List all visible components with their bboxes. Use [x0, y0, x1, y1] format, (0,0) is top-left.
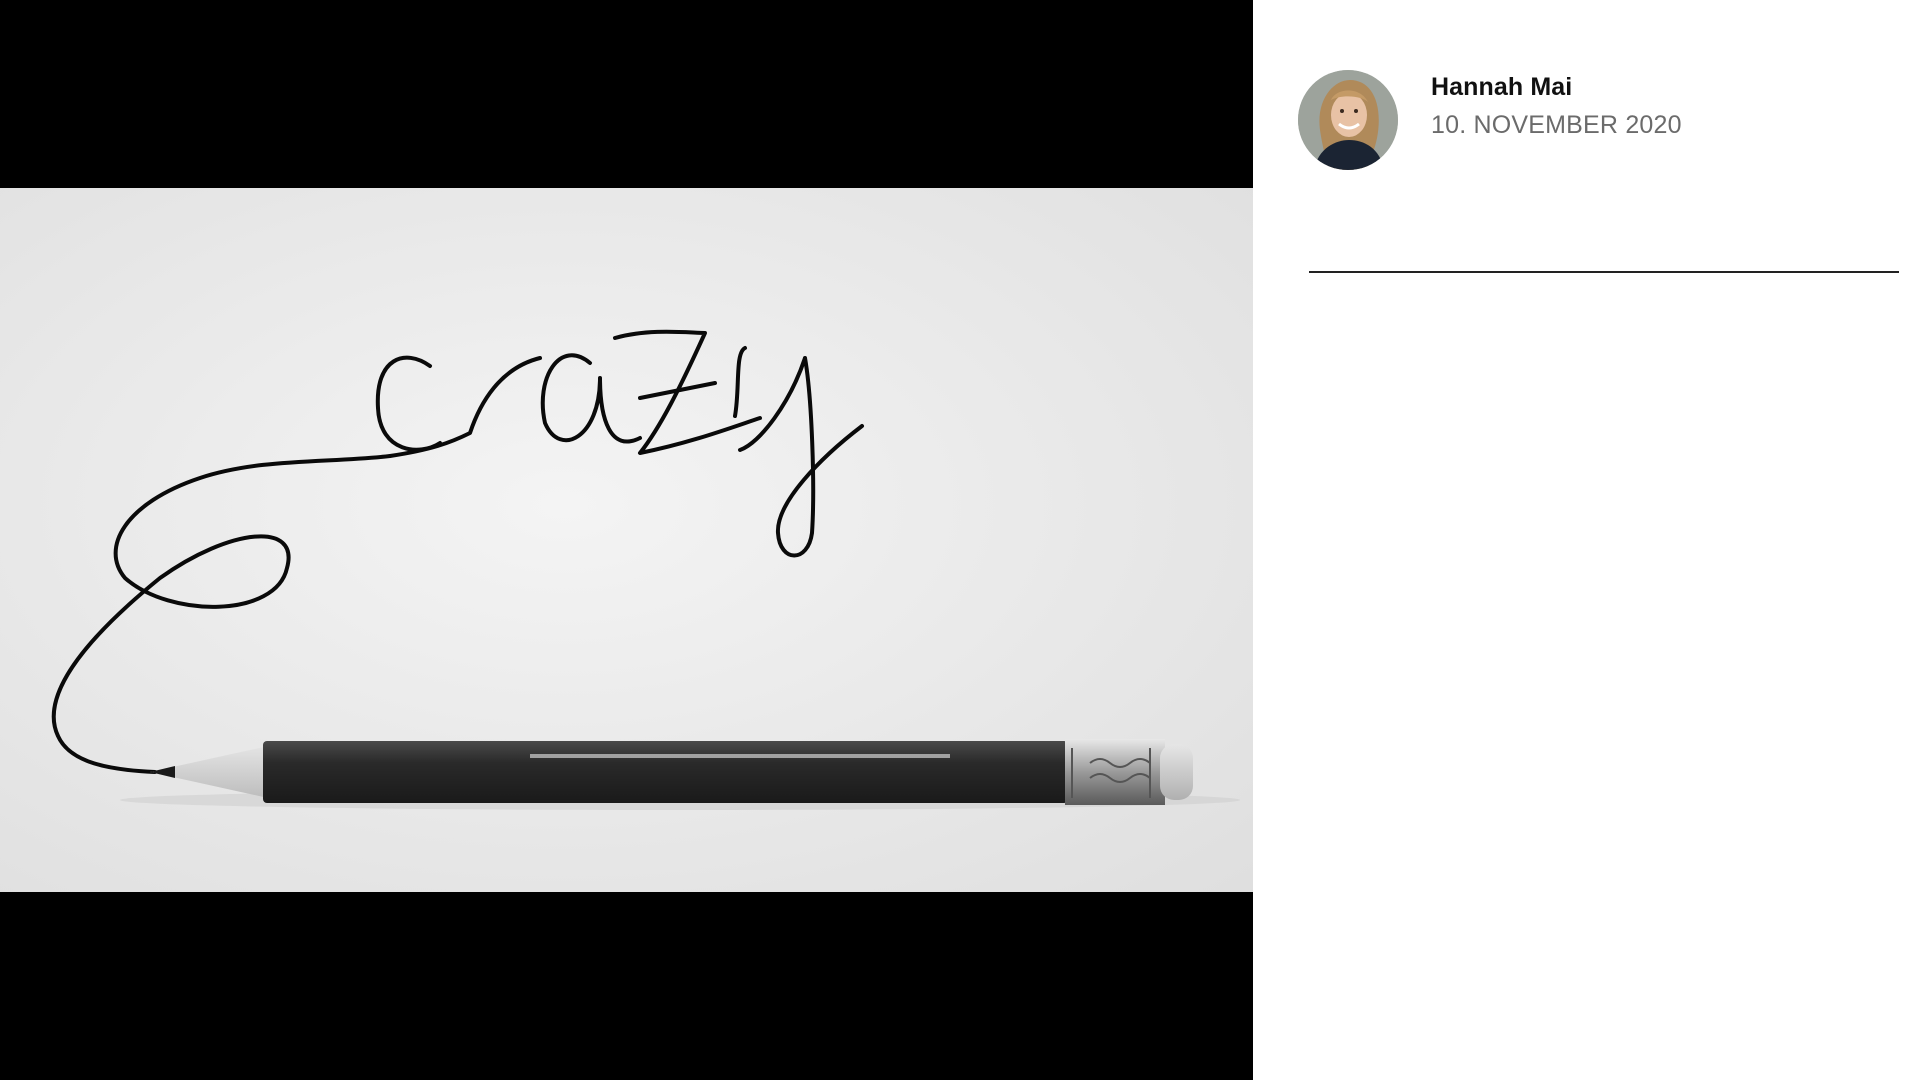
- avatar-portrait-icon: [1298, 70, 1398, 170]
- author-name[interactable]: Hannah Mai: [1431, 70, 1682, 104]
- post-header: Hannah Mai 10. NOVEMBER 2020: [1298, 70, 1682, 170]
- post-date: 10. NOVEMBER 2020: [1431, 111, 1682, 139]
- post-photo[interactable]: [0, 188, 1253, 892]
- post-meta: Hannah Mai 10. NOVEMBER 2020: [1431, 70, 1682, 142]
- pencil-illustration: [150, 739, 1193, 805]
- media-viewer: [0, 0, 1253, 1080]
- author-avatar[interactable]: [1298, 70, 1398, 170]
- divider: [1309, 271, 1899, 273]
- post-sidebar: Hannah Mai 10. NOVEMBER 2020: [1253, 0, 1920, 1080]
